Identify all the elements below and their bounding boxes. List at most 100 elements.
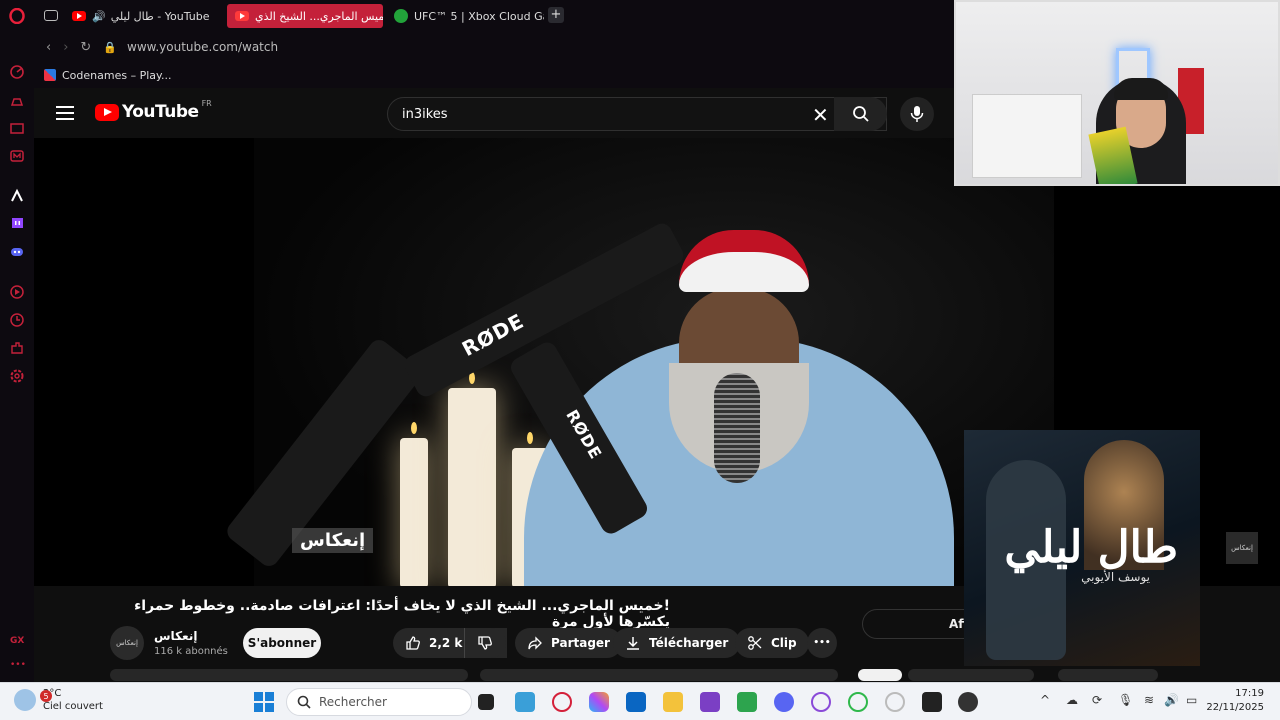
- taskbar-search[interactable]: Rechercher: [286, 688, 472, 716]
- comment-bar[interactable]: [110, 669, 468, 681]
- speaker-icon[interactable]: 🔊: [92, 10, 106, 23]
- gx-control-icon[interactable]: [9, 64, 25, 80]
- windows-taskbar: 5 2°C Ciel couvert Rechercher ^ ☁ ⟳ 🎙 ≋ …: [0, 682, 1280, 720]
- weather-temp: 2°C: [43, 688, 62, 699]
- onedrive-icon[interactable]: ☁: [1066, 693, 1078, 707]
- volume-icon[interactable]: 🔊: [1164, 693, 1179, 707]
- gx-label[interactable]: GX: [10, 636, 24, 646]
- discord-taskbar-icon[interactable]: [774, 692, 794, 712]
- album-title: طال ليلي: [1004, 522, 1178, 573]
- opera-white-icon[interactable]: [885, 692, 905, 712]
- discord-icon[interactable]: [9, 244, 25, 260]
- lock-icon[interactable]: 🔒: [103, 41, 117, 54]
- url-field[interactable]: www.youtube.com/watch: [127, 40, 278, 54]
- share-button[interactable]: Partager: [515, 628, 622, 658]
- back-icon[interactable]: ‹: [46, 40, 51, 55]
- browser-sidebar: GX •••: [0, 0, 34, 682]
- candle: [400, 438, 428, 586]
- flame: [411, 422, 417, 434]
- share-label: Partager: [551, 636, 610, 650]
- description-bar[interactable]: [480, 669, 838, 681]
- speaker-turban: [679, 230, 809, 292]
- twitch-icon[interactable]: [9, 216, 25, 232]
- store-icon[interactable]: [626, 692, 646, 712]
- filter-chip[interactable]: [908, 669, 1034, 681]
- aria-icon[interactable]: [9, 188, 25, 204]
- forward-icon[interactable]: ›: [63, 40, 68, 55]
- extensions-icon[interactable]: [9, 340, 25, 356]
- gx-cleaner-icon[interactable]: [9, 92, 25, 108]
- room-shelf: [972, 94, 1082, 178]
- player-icon[interactable]: [9, 284, 25, 300]
- youtube-favicon-icon: [235, 11, 249, 21]
- history-icon[interactable]: [9, 312, 25, 328]
- opera-gx-icon[interactable]: [811, 692, 831, 712]
- filter-chip[interactable]: [1058, 669, 1158, 681]
- youtube-logo[interactable]: YouTube FR: [95, 99, 212, 122]
- download-label: Télécharger: [649, 636, 729, 650]
- tab-youtube-tal-layli[interactable]: 🔊 طال ليلي - YouTube: [72, 4, 222, 28]
- workspace-icon[interactable]: [44, 10, 58, 21]
- windows-start-icon[interactable]: [254, 692, 274, 712]
- channel-avatar[interactable]: إنعكاس: [110, 626, 144, 660]
- clip-button[interactable]: Clip: [735, 628, 809, 658]
- settings-icon[interactable]: [9, 368, 25, 384]
- download-button[interactable]: Télécharger: [613, 628, 741, 658]
- microphone-tray-icon[interactable]: 🎙: [1118, 693, 1133, 707]
- subscribe-button[interactable]: S'abonner: [243, 628, 321, 658]
- thumbs-down-icon: [478, 636, 492, 650]
- file-explorer-icon[interactable]: [663, 692, 683, 712]
- search-button[interactable]: [834, 97, 887, 131]
- weather-desc: Ciel couvert: [43, 701, 103, 712]
- youtube-play-icon: [95, 103, 119, 121]
- more-actions-button[interactable]: •••: [807, 628, 837, 658]
- address-bar: ‹ › ↻ 🔒 www.youtube.com/watch: [34, 32, 954, 62]
- task-view-icon[interactable]: [478, 694, 494, 710]
- xbox-taskbar-icon[interactable]: [737, 692, 757, 712]
- menu-icon[interactable]: [56, 106, 74, 120]
- microphone: [714, 373, 760, 483]
- voice-search-button[interactable]: [900, 97, 934, 131]
- clock-date: 22/11/2025: [1206, 702, 1264, 713]
- filter-chip[interactable]: [858, 669, 902, 681]
- wallet-icon[interactable]: [9, 120, 25, 136]
- clock-time: 17:19: [1235, 688, 1264, 699]
- search-placeholder: Rechercher: [319, 695, 387, 709]
- sync-icon[interactable]: ⟳: [1092, 693, 1102, 707]
- notification-badge: 5: [40, 690, 52, 702]
- album-artist: يوسف الأيوبي: [1081, 570, 1150, 584]
- dislike-button[interactable]: [464, 628, 506, 658]
- widgets-icon[interactable]: [515, 692, 535, 712]
- clear-search-icon[interactable]: ✕: [812, 103, 829, 127]
- reload-icon[interactable]: ↻: [80, 40, 91, 55]
- channel-branding-badge[interactable]: إنعكاس: [1226, 532, 1258, 564]
- search-query: in3ikes: [402, 106, 448, 122]
- opera-green-icon[interactable]: [848, 692, 868, 712]
- tab-khamis-majri[interactable]: خميس الماجري... الشيخ الذي: [227, 4, 383, 28]
- mail-icon[interactable]: [9, 148, 25, 164]
- opera-logo-icon[interactable]: [9, 8, 25, 24]
- thumbs-up-icon: [406, 636, 420, 650]
- tab-xbox-cloud[interactable]: UFC™ 5 | Xbox Cloud Gam: [394, 4, 544, 28]
- terminal-icon[interactable]: [922, 692, 942, 712]
- copilot-icon[interactable]: [589, 692, 609, 712]
- candle: [448, 388, 496, 586]
- share-icon: [528, 636, 542, 650]
- like-count: 2,2 k: [429, 636, 463, 650]
- new-tab-button[interactable]: +: [548, 7, 564, 23]
- battery-icon[interactable]: ▭: [1186, 693, 1197, 707]
- wifi-icon[interactable]: ≋: [1144, 693, 1154, 707]
- tab-label: UFC™ 5 | Xbox Cloud Gam: [414, 9, 544, 23]
- system-clock[interactable]: 17:19 22/11/2025: [1206, 687, 1264, 715]
- obs-icon[interactable]: [958, 692, 978, 712]
- scissors-icon: [748, 636, 762, 650]
- tab-strip: 🔊 طال ليلي - YouTube خميس الماجري... الش…: [34, 0, 954, 32]
- chevron-up-icon[interactable]: ^: [1040, 693, 1050, 707]
- bookmark-codenames[interactable]: Codenames – Play...: [62, 69, 171, 82]
- channel-name[interactable]: إنعكاس: [154, 629, 228, 643]
- download-icon: [627, 637, 639, 650]
- proton-icon[interactable]: [700, 692, 720, 712]
- weather-widget[interactable]: 5 2°C Ciel couvert: [14, 687, 103, 713]
- opera-taskbar-icon[interactable]: [552, 692, 572, 712]
- sidebar-more-icon[interactable]: •••: [10, 660, 26, 670]
